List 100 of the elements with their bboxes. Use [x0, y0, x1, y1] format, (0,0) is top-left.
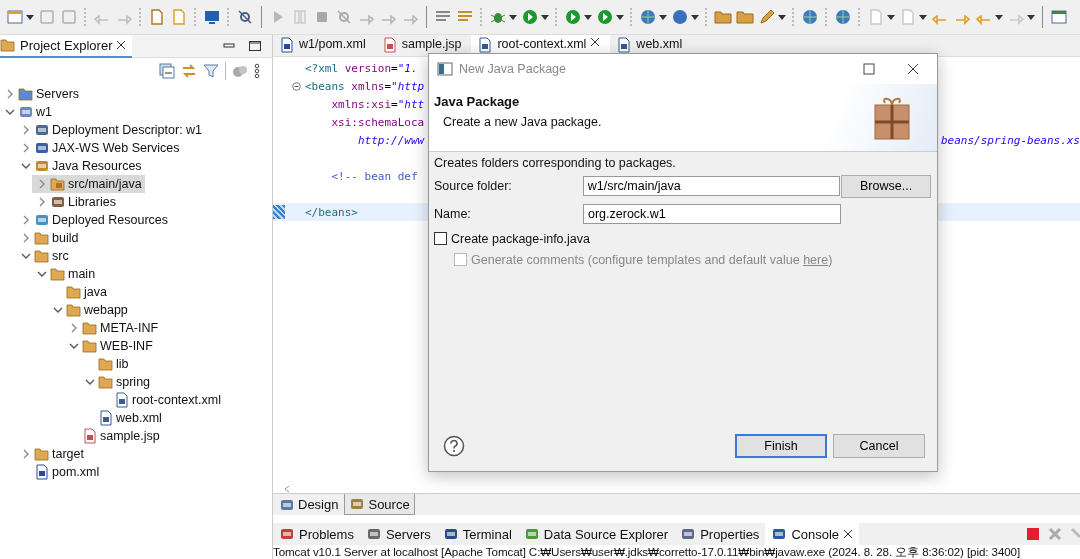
- chevron-down-icon[interactable]: [52, 305, 64, 315]
- tree-item-label: build: [52, 231, 80, 245]
- code-line: <?xml version="1.: [305, 61, 418, 75]
- folder-open-icon[interactable]: [714, 8, 732, 26]
- editor-tab[interactable]: w1/pom.xml: [273, 35, 376, 56]
- tree-item-label: Java Resources: [52, 159, 143, 173]
- view-tab[interactable]: Terminal: [436, 523, 518, 545]
- tree-item[interactable]: spring: [80, 373, 154, 391]
- dropdown-caret-icon[interactable]: [509, 14, 517, 20]
- code-line: http://www: [356, 133, 425, 147]
- collapse-all-icon[interactable]: [159, 63, 175, 79]
- dialog-button[interactable]: Cancel: [833, 434, 925, 458]
- tree-item-label: root-context.xml: [132, 393, 222, 407]
- tree-item-label: META-INF: [100, 321, 160, 335]
- collapse-icon[interactable]: [291, 81, 301, 91]
- text-field[interactable]: org.zerock.w1: [583, 204, 841, 224]
- tree-item[interactable]: w1: [0, 103, 55, 121]
- tree-item-label: pom.xml: [52, 465, 101, 479]
- tree-item[interactable]: webapp: [48, 301, 131, 319]
- chevron-down-icon[interactable]: [4, 107, 16, 117]
- close-icon[interactable]: [843, 529, 854, 539]
- tree-item[interactable]: java: [48, 283, 110, 301]
- remove-icon[interactable]: [1048, 527, 1062, 541]
- tree-item[interactable]: Deployment Descriptor: w1: [16, 121, 206, 139]
- dropdown-caret-icon[interactable]: [659, 14, 667, 20]
- coins-icon[interactable]: [232, 63, 248, 79]
- folder-icon: [34, 230, 50, 246]
- tree-item[interactable]: web.xml: [80, 409, 165, 427]
- dropdown-caret-icon[interactable]: [691, 14, 699, 20]
- close-icon[interactable]: [907, 63, 919, 75]
- folder-icon: [66, 284, 82, 300]
- view-tab[interactable]: Properties: [674, 523, 766, 545]
- dropdown-caret-icon[interactable]: [584, 14, 592, 20]
- file-icon: [279, 37, 295, 53]
- chevron-down-icon[interactable]: [84, 377, 96, 387]
- view-tab[interactable]: Data Source Explorer: [517, 523, 675, 545]
- dropdown-caret-icon[interactable]: [995, 14, 1003, 20]
- view-tab[interactable]: Problems: [273, 523, 360, 545]
- view-tab[interactable]: Console: [765, 523, 860, 545]
- dropdown-caret-icon[interactable]: [919, 14, 927, 20]
- dropdown-caret-icon[interactable]: [887, 14, 895, 20]
- globe-icon[interactable]: [801, 8, 819, 26]
- checkbox[interactable]: [434, 232, 447, 245]
- dropdown-caret-icon[interactable]: [541, 14, 549, 20]
- editor-tab[interactable]: sample.jsp: [375, 35, 472, 56]
- tree-item[interactable]: src: [16, 247, 72, 265]
- tree-item[interactable]: root-context.xml: [96, 391, 224, 409]
- tree-item-label: Libraries: [68, 195, 117, 209]
- editor-mode-tab[interactable]: Design: [275, 494, 343, 515]
- tree-item[interactable]: target: [16, 445, 87, 463]
- folder-icon[interactable]: [736, 8, 754, 26]
- help-icon[interactable]: [443, 435, 465, 457]
- editor-tab[interactable]: web.xml: [610, 35, 693, 56]
- chevron-down-icon[interactable]: [68, 341, 80, 351]
- tree-item[interactable]: src/main/java: [32, 175, 145, 193]
- close-icon[interactable]: [590, 37, 601, 47]
- text-field[interactable]: w1/src/main/java: [582, 176, 841, 196]
- tree-item[interactable]: Servers: [0, 85, 83, 103]
- tree-item-label: Deployed Resources: [52, 213, 170, 227]
- tree-item[interactable]: WEB-INF: [64, 337, 156, 355]
- browse-button[interactable]: Browse...: [841, 174, 931, 198]
- tree-item-label: webapp: [84, 303, 129, 317]
- dropdown-caret-icon[interactable]: [26, 14, 34, 20]
- run-icon[interactable]: [521, 8, 539, 26]
- tree-item[interactable]: pom.xml: [16, 463, 103, 481]
- field-label: Name:: [434, 207, 472, 221]
- tree-item[interactable]: Deployed Resources: [16, 211, 172, 229]
- dropdown-caret-icon[interactable]: [1027, 14, 1035, 20]
- file-icon: [381, 37, 398, 53]
- dropdown-caret-icon[interactable]: [616, 14, 624, 20]
- tree-item[interactable]: build: [16, 229, 82, 247]
- maximize-icon[interactable]: [248, 40, 262, 52]
- tree-item[interactable]: lib: [80, 355, 132, 373]
- checkbox-label: Generate comments (configure templates and default value here): [471, 252, 833, 267]
- chevron-down-icon[interactable]: [36, 269, 48, 279]
- tree-item-label: spring: [116, 375, 152, 389]
- tree-item[interactable]: sample.jsp: [64, 427, 163, 445]
- editor-mode-tab[interactable]: Source: [344, 494, 415, 515]
- window-pen-icon[interactable]: [1050, 8, 1068, 26]
- view-tab[interactable]: Project Explorer: [0, 34, 133, 58]
- dropdown-caret-icon[interactable]: [778, 14, 786, 20]
- more-options-icon[interactable]: [254, 63, 260, 79]
- chevron-down-icon[interactable]: [20, 161, 32, 171]
- scroll-left-icon[interactable]: [283, 485, 291, 493]
- tree-item[interactable]: Libraries: [32, 193, 119, 211]
- tree-item[interactable]: JAX-WS Web Services: [16, 139, 183, 157]
- run-server-icon[interactable]: [564, 8, 582, 26]
- link-arrows-icon[interactable]: [181, 63, 197, 79]
- run-tools-icon[interactable]: [596, 8, 614, 26]
- dialog-button[interactable]: Finish: [735, 434, 827, 458]
- tree-item[interactable]: main: [32, 265, 99, 283]
- tree-item[interactable]: Java Resources: [16, 157, 145, 175]
- stop-icon[interactable]: [1026, 527, 1040, 541]
- close-icon[interactable]: [116, 40, 127, 50]
- pen-icon[interactable]: [758, 8, 776, 26]
- monitor-icon[interactable]: [203, 8, 221, 26]
- view-tab[interactable]: Servers: [359, 523, 437, 545]
- document-icon[interactable]: [148, 8, 166, 26]
- chevron-down-icon[interactable]: [20, 251, 32, 261]
- tree-item[interactable]: META-INF: [64, 319, 162, 337]
